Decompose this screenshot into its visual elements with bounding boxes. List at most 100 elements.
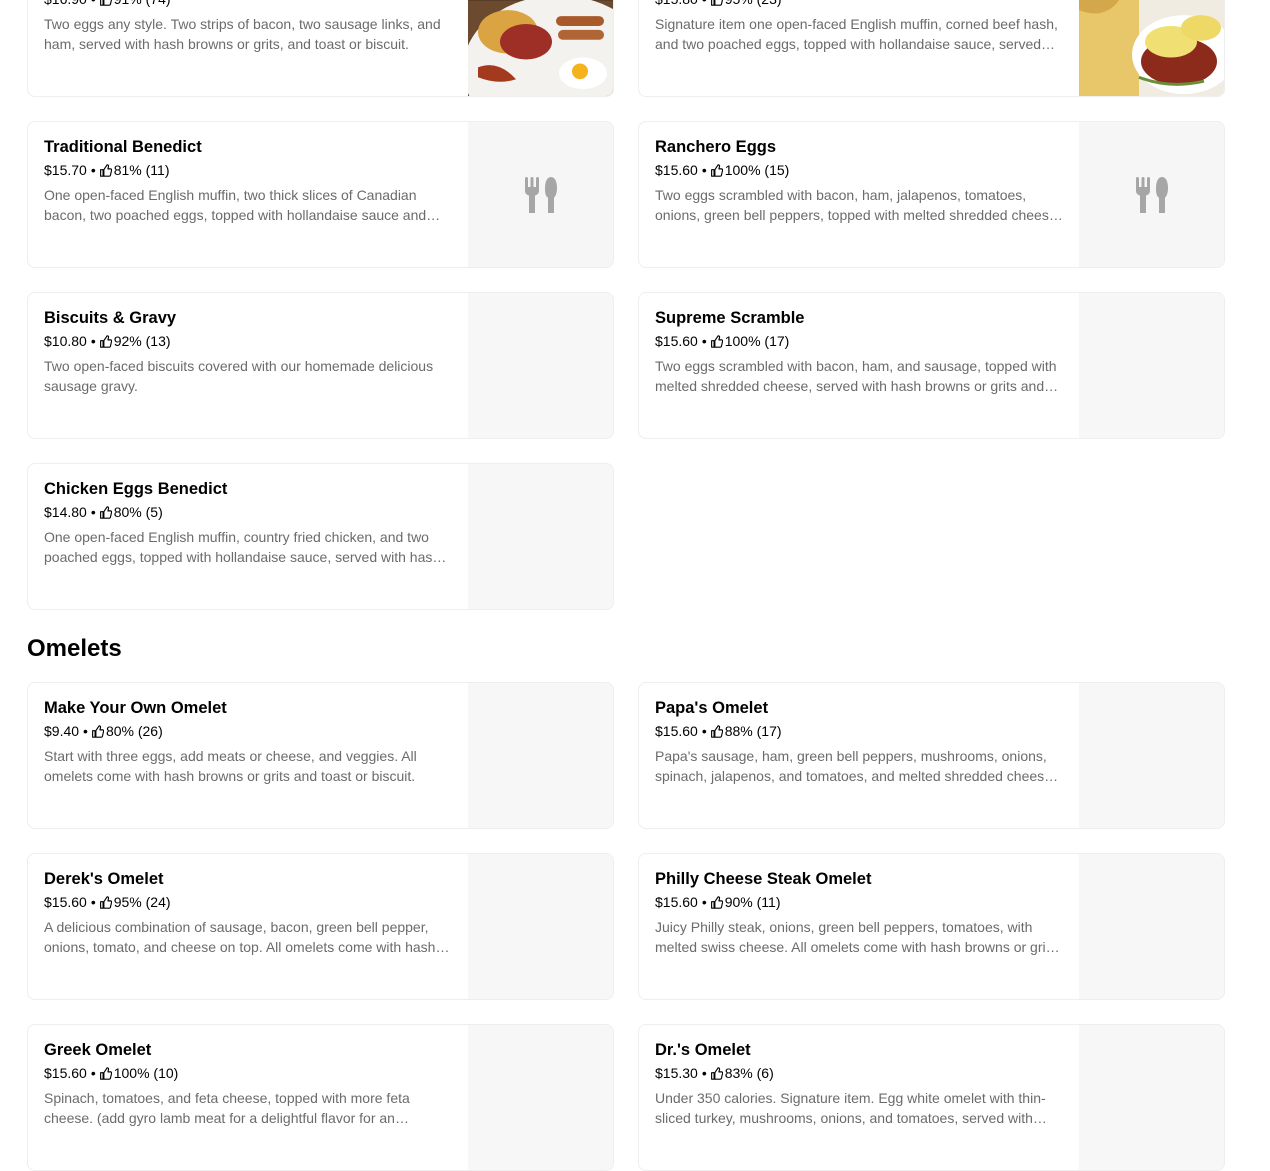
menu-item-image-placeholder[interactable] — [1079, 683, 1224, 828]
menu-item-card[interactable]: Make Your Own Omelet $9.40 • 80% (26) St… — [27, 682, 614, 829]
menu-item-image-placeholder[interactable] — [468, 464, 613, 609]
menu-item-card[interactable]: Ranchero Eggs $15.60 • 100% (15) Two egg… — [638, 121, 1225, 268]
meta-separator: • — [91, 893, 96, 911]
meta-separator: • — [91, 0, 96, 8]
menu-item-title: Ranchero Eggs — [655, 136, 1063, 158]
menu-item-image-placeholder[interactable] — [468, 683, 613, 828]
eggs-benedict-photo — [1079, 0, 1224, 96]
menu-item-image-placeholder[interactable] — [1079, 1025, 1224, 1170]
meta-separator: • — [702, 161, 707, 179]
menu-item-card[interactable]: Greek Omelet $15.60 • 100% (10) Spinach,… — [27, 1024, 614, 1171]
menu-item-rating: 100% (10) — [114, 1064, 179, 1082]
thumbs-up-icon — [710, 1067, 723, 1080]
menu-item-image-placeholder[interactable] — [468, 122, 613, 267]
thumbs-up-icon — [99, 896, 112, 909]
menu-item-price: $14.80 — [44, 503, 87, 521]
menu-item-image-placeholder[interactable] — [1079, 293, 1224, 438]
menu-item-title: Make Your Own Omelet — [44, 697, 452, 719]
menu-item-text: Biscuits & Gravy $10.80 • 92% (13) Two o… — [44, 307, 452, 396]
menu-item-card[interactable]: Supreme Scramble $15.60 • 100% (17) Two … — [638, 292, 1225, 439]
menu-item-card[interactable]: Biscuits & Gravy $10.80 • 92% (13) Two o… — [27, 292, 614, 439]
menu-item-image-placeholder[interactable] — [468, 293, 613, 438]
menu-item-rating: 88% (17) — [725, 722, 782, 740]
menu-item-card[interactable]: $15.80 • 95% (23) Signature item one ope… — [638, 0, 1225, 97]
menu-item-text: Make Your Own Omelet $9.40 • 80% (26) St… — [44, 697, 452, 786]
menu-item-rating: 95% (23) — [725, 0, 782, 8]
menu-item-title: Dr.'s Omelet — [655, 1039, 1063, 1061]
menu-item-text: Papa's Omelet $15.60 • 88% (17) Papa's s… — [655, 697, 1063, 786]
meta-separator: • — [702, 0, 707, 8]
menu-item-rating: 91% (74) — [114, 0, 171, 8]
menu-item-rating: 81% (11) — [114, 161, 170, 179]
menu-item-price: $15.60 — [655, 722, 698, 740]
menu-item-card[interactable]: Dr.'s Omelet $15.30 • 83% (6) Under 350 … — [638, 1024, 1225, 1171]
thumbs-up-icon — [710, 335, 723, 348]
utensils-icon — [524, 177, 558, 213]
menu-item-description: Two open-faced biscuits covered with our… — [44, 356, 452, 396]
meta-separator: • — [91, 503, 96, 521]
menu-item-description: One open-faced English muffin, two thick… — [44, 185, 452, 225]
thumbs-up-icon — [99, 506, 112, 519]
menu-item-meta: $14.80 • 80% (5) — [44, 503, 452, 521]
menu-item-meta: $16.90 • 91% (74) — [44, 0, 452, 8]
menu-item-card[interactable]: Derek's Omelet $15.60 • 95% (24) A delic… — [27, 853, 614, 1000]
menu-item-title: Philly Cheese Steak Omelet — [655, 868, 1063, 890]
thumbs-up-icon — [99, 0, 112, 6]
thumbs-up-icon — [99, 164, 112, 177]
menu-item-card[interactable]: $16.90 • 91% (74) Two eggs any style. Tw… — [27, 0, 614, 97]
menu-item-text: Philly Cheese Steak Omelet $15.60 • 90% … — [655, 868, 1063, 957]
meta-separator: • — [91, 1064, 96, 1082]
meta-separator: • — [83, 722, 88, 740]
menu-item-card[interactable]: Papa's Omelet $15.60 • 88% (17) Papa's s… — [638, 682, 1225, 829]
menu-item-text: Supreme Scramble $15.60 • 100% (17) Two … — [655, 307, 1063, 396]
menu-item-meta: $15.60 • 88% (17) — [655, 722, 1063, 740]
menu-item-rating: 100% (15) — [725, 161, 790, 179]
menu-item-price: $9.40 — [44, 722, 79, 740]
menu-item-price: $15.60 — [44, 893, 87, 911]
menu-item-description: A delicious combination of sausage, baco… — [44, 917, 452, 957]
menu-item-price: $10.80 — [44, 332, 87, 350]
menu-item-meta: $15.60 • 95% (24) — [44, 893, 452, 911]
menu-item-title: Biscuits & Gravy — [44, 307, 452, 329]
menu-item-price: $15.30 — [655, 1064, 698, 1082]
thumbs-up-icon — [710, 896, 723, 909]
menu-item-price: $16.90 — [44, 0, 87, 8]
thumbs-up-icon — [99, 335, 112, 348]
breakfast-plate-photo — [468, 0, 613, 96]
menu-item-price: $15.60 — [655, 161, 698, 179]
menu-item-meta: $15.70 • 81% (11) — [44, 161, 452, 179]
menu-item-meta: $15.60 • 100% (17) — [655, 332, 1063, 350]
menu-item-rating: 80% (5) — [114, 503, 163, 521]
thumbs-up-icon — [99, 1067, 112, 1080]
menu-item-meta: $15.30 • 83% (6) — [655, 1064, 1063, 1082]
menu-item-text: Ranchero Eggs $15.60 • 100% (15) Two egg… — [655, 136, 1063, 225]
menu-item-description: Two eggs scrambled with bacon, ham, jala… — [655, 185, 1063, 225]
menu-item-description: One open-faced English muffin, country f… — [44, 527, 452, 567]
menu-item-price: $15.60 — [44, 1064, 87, 1082]
menu-item-meta: $15.60 • 100% (10) — [44, 1064, 452, 1082]
thumbs-up-icon — [710, 164, 723, 177]
menu-item-image-placeholder[interactable] — [468, 1025, 613, 1170]
menu-item-card[interactable]: Chicken Eggs Benedict $14.80 • 80% (5) O… — [27, 463, 614, 610]
menu-item-image-placeholder[interactable] — [468, 854, 613, 999]
utensils-icon — [1135, 177, 1169, 213]
menu-item-price: $15.60 — [655, 332, 698, 350]
meta-separator: • — [702, 722, 707, 740]
thumbs-up-icon — [91, 725, 104, 738]
menu-item-meta: $15.80 • 95% (23) — [655, 0, 1063, 8]
menu-item-text: Dr.'s Omelet $15.30 • 83% (6) Under 350 … — [655, 1039, 1063, 1128]
thumbs-up-icon — [710, 725, 723, 738]
menu-item-text: Greek Omelet $15.60 • 100% (10) Spinach,… — [44, 1039, 452, 1128]
menu-item-description: Two eggs any style. Two strips of bacon,… — [44, 14, 452, 54]
menu-item-image[interactable] — [1079, 0, 1224, 96]
menu-item-title: Papa's Omelet — [655, 697, 1063, 719]
menu-item-image-placeholder[interactable] — [1079, 122, 1224, 267]
menu-item-rating: 83% (6) — [725, 1064, 774, 1082]
menu-item-card[interactable]: Traditional Benedict $15.70 • 81% (11) O… — [27, 121, 614, 268]
menu-item-image-placeholder[interactable] — [1079, 854, 1224, 999]
menu-item-description: Under 350 calories. Signature item. Egg … — [655, 1088, 1063, 1128]
menu-item-card[interactable]: Philly Cheese Steak Omelet $15.60 • 90% … — [638, 853, 1225, 1000]
menu-item-title: Traditional Benedict — [44, 136, 452, 158]
menu-item-image[interactable] — [468, 0, 613, 96]
thumbs-up-icon — [710, 0, 723, 6]
